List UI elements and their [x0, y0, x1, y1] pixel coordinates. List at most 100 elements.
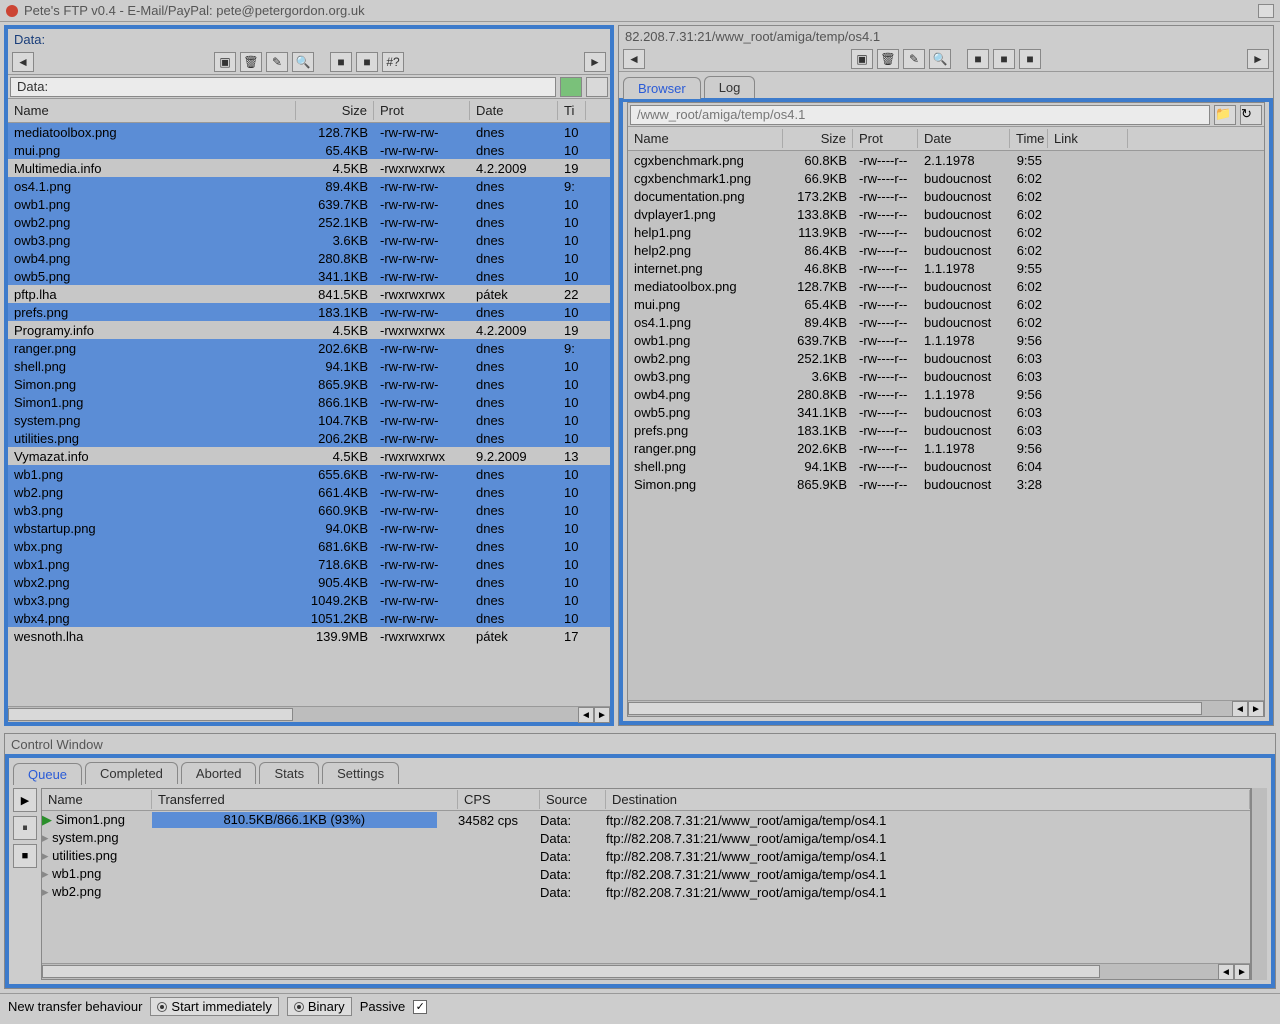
qcol-name[interactable]: Name	[42, 790, 152, 809]
queue-row[interactable]: ▸ wb1.pngData:ftp://82.208.7.31:21/www_r…	[42, 865, 1250, 883]
col-date[interactable]: Date	[470, 101, 558, 120]
file-row[interactable]: wbx4.png1051.2KB-rw-rw-rw-dnes10	[8, 609, 610, 627]
qcol-transferred[interactable]: Transferred	[152, 790, 458, 809]
remote-path-input[interactable]	[630, 105, 1210, 125]
file-row[interactable]: wesnoth.lha139.9MB-rwxrwxrwxpátek17	[8, 627, 610, 645]
file-row[interactable]: dvplayer1.png133.8KB-rw----r--budoucnost…	[628, 205, 1264, 223]
tab-aborted[interactable]: Aborted	[181, 762, 257, 784]
qcol-cps[interactable]: CPS	[458, 790, 540, 809]
file-row[interactable]: owb4.png280.8KB-rw-rw-rw-dnes10	[8, 249, 610, 267]
start-immediately-option[interactable]: Start immediately	[150, 997, 278, 1016]
file-row[interactable]: help2.png86.4KB-rw----r--budoucnost6:02	[628, 241, 1264, 259]
file-row[interactable]: owb5.png341.1KB-rw----r--budoucnost6:03	[628, 403, 1264, 421]
search-icon[interactable]: 🔍	[292, 52, 314, 72]
file-row[interactable]: wbx3.png1049.2KB-rw-rw-rw-dnes10	[8, 591, 610, 609]
col-link[interactable]: Link	[1048, 129, 1128, 148]
binary-option[interactable]: Binary	[287, 997, 352, 1016]
local-file-list[interactable]: mediatoolbox.png128.7KB-rw-rw-rw-dnes10m…	[8, 123, 610, 706]
file-row[interactable]: Simon.png865.9KB-rw----r--budoucnost3:28	[628, 475, 1264, 493]
file-row[interactable]: cgxbenchmark1.png66.9KB-rw----r--budoucn…	[628, 169, 1264, 187]
col-size[interactable]: Size	[783, 129, 853, 148]
file-row[interactable]: os4.1.png89.4KB-rw-rw-rw-dnes9:	[8, 177, 610, 195]
col-name[interactable]: Name	[628, 129, 783, 148]
file-row[interactable]: wbx1.png718.6KB-rw-rw-rw-dnes10	[8, 555, 610, 573]
file-row[interactable]: mediatoolbox.png128.7KB-rw----r--budoucn…	[628, 277, 1264, 295]
control-header[interactable]: Control Window	[5, 734, 1275, 754]
file-row[interactable]: mediatoolbox.png128.7KB-rw-rw-rw-dnes10	[8, 123, 610, 141]
tab-settings[interactable]: Settings	[322, 762, 399, 784]
file-row[interactable]: os4.1.png89.4KB-rw----r--budoucnost6:02	[628, 313, 1264, 331]
remote-file-list[interactable]: cgxbenchmark.png60.8KB-rw----r--2.1.1978…	[628, 151, 1264, 700]
file-row[interactable]: Simon.png865.9KB-rw-rw-rw-dnes10	[8, 375, 610, 393]
queue-hscroll[interactable]: ◄ ►	[42, 963, 1250, 979]
remote-panel-header[interactable]: 82.208.7.31:21/www_root/amiga/temp/os4.1	[619, 26, 1273, 46]
remote-hscroll[interactable]: ◄ ►	[628, 700, 1264, 716]
col-time[interactable]: Ti	[558, 101, 586, 120]
queue-row[interactable]: ▸ system.pngData:ftp://82.208.7.31:21/ww…	[42, 829, 1250, 847]
new-icon[interactable]: ✎	[266, 52, 288, 72]
queue-row[interactable]: ▸ wb2.pngData:ftp://82.208.7.31:21/www_r…	[42, 883, 1250, 901]
new-icon[interactable]: ✎	[903, 49, 925, 69]
file-row[interactable]: mui.png65.4KB-rw-rw-rw-dnes10	[8, 141, 610, 159]
file-row[interactable]: Vymazat.info4.5KB-rwxrwxrwx9.2.200913	[8, 447, 610, 465]
back-button[interactable]: ◄	[623, 49, 645, 69]
qcol-source[interactable]: Source	[540, 790, 606, 809]
scroll-right-icon[interactable]: ►	[594, 707, 610, 723]
file-row[interactable]: prefs.png183.1KB-rw----r--budoucnost6:03	[628, 421, 1264, 439]
view2-icon[interactable]: ■	[356, 52, 378, 72]
file-row[interactable]: owb2.png252.1KB-rw-rw-rw-dnes10	[8, 213, 610, 231]
file-row[interactable]: owb5.png341.1KB-rw-rw-rw-dnes10	[8, 267, 610, 285]
trash-icon[interactable]: 🗑	[877, 49, 899, 69]
tab-log[interactable]: Log	[704, 76, 756, 98]
file-row[interactable]: system.png104.7KB-rw-rw-rw-dnes10	[8, 411, 610, 429]
scroll-left-icon[interactable]: ◄	[578, 707, 594, 723]
search-icon[interactable]: 🔍	[929, 49, 951, 69]
tab-browser[interactable]: Browser	[623, 77, 701, 99]
drive-icon[interactable]: ▣	[851, 49, 873, 69]
qcol-destination[interactable]: Destination	[606, 790, 1250, 809]
col-name[interactable]: Name	[8, 101, 296, 120]
file-row[interactable]: pftp.lha841.5KB-rwxrwxrwxpátek22	[8, 285, 610, 303]
col-date[interactable]: Date	[918, 129, 1010, 148]
file-row[interactable]: Simon1.png866.1KB-rw-rw-rw-dnes10	[8, 393, 610, 411]
pause-button[interactable]: ⏸	[13, 816, 37, 840]
local-hscroll[interactable]: ◄ ►	[8, 706, 610, 722]
file-row[interactable]: owb4.png280.8KB-rw----r--1.1.19789:56	[628, 385, 1264, 403]
col-prot[interactable]: Prot	[853, 129, 918, 148]
file-row[interactable]: utilities.png206.2KB-rw-rw-rw-dnes10	[8, 429, 610, 447]
file-row[interactable]: owb1.png639.7KB-rw----r--1.1.19789:56	[628, 331, 1264, 349]
queue-vscroll[interactable]	[1251, 788, 1267, 980]
go-button[interactable]	[560, 77, 582, 97]
file-row[interactable]: Programy.info4.5KB-rwxrwxrwx4.2.200919	[8, 321, 610, 339]
file-row[interactable]: shell.png94.1KB-rw-rw-rw-dnes10	[8, 357, 610, 375]
file-row[interactable]: wb1.png655.6KB-rw-rw-rw-dnes10	[8, 465, 610, 483]
view2-icon[interactable]: ■	[993, 49, 1015, 69]
file-row[interactable]: ranger.png202.6KB-rw-rw-rw-dnes9:	[8, 339, 610, 357]
forward-button[interactable]: ►	[1247, 49, 1269, 69]
col-time[interactable]: Time	[1010, 129, 1048, 148]
queue-row[interactable]: ▶ Simon1.png810.5KB/866.1KB (93%)34582 c…	[42, 811, 1250, 829]
view3-icon[interactable]: ■	[1019, 49, 1041, 69]
scroll-right-icon[interactable]: ►	[1234, 964, 1250, 980]
drive-icon[interactable]: ▣	[214, 52, 236, 72]
filter-icon[interactable]: #?	[382, 52, 404, 72]
refresh-button[interactable]: ↻	[1240, 105, 1262, 125]
folder-button[interactable]: 📁	[1214, 105, 1236, 125]
col-prot[interactable]: Prot	[374, 101, 470, 120]
tab-completed[interactable]: Completed	[85, 762, 178, 784]
scroll-right-icon[interactable]: ►	[1248, 701, 1264, 717]
file-row[interactable]: ranger.png202.6KB-rw----r--1.1.19789:56	[628, 439, 1264, 457]
file-row[interactable]: owb1.png639.7KB-rw-rw-rw-dnes10	[8, 195, 610, 213]
file-row[interactable]: wbstartup.png94.0KB-rw-rw-rw-dnes10	[8, 519, 610, 537]
scroll-left-icon[interactable]: ◄	[1218, 964, 1234, 980]
file-row[interactable]: documentation.png173.2KB-rw----r--budouc…	[628, 187, 1264, 205]
scroll-left-icon[interactable]: ◄	[1232, 701, 1248, 717]
back-button[interactable]: ◄	[12, 52, 34, 72]
play-button[interactable]: ▶	[13, 788, 37, 812]
file-row[interactable]: mui.png65.4KB-rw----r--budoucnost6:02	[628, 295, 1264, 313]
passive-checkbox[interactable]: ✓	[413, 1000, 427, 1014]
file-row[interactable]: prefs.png183.1KB-rw-rw-rw-dnes10	[8, 303, 610, 321]
stop-button[interactable]: ■	[13, 844, 37, 868]
file-row[interactable]: owb2.png252.1KB-rw----r--budoucnost6:03	[628, 349, 1264, 367]
local-path-input[interactable]	[10, 77, 556, 97]
